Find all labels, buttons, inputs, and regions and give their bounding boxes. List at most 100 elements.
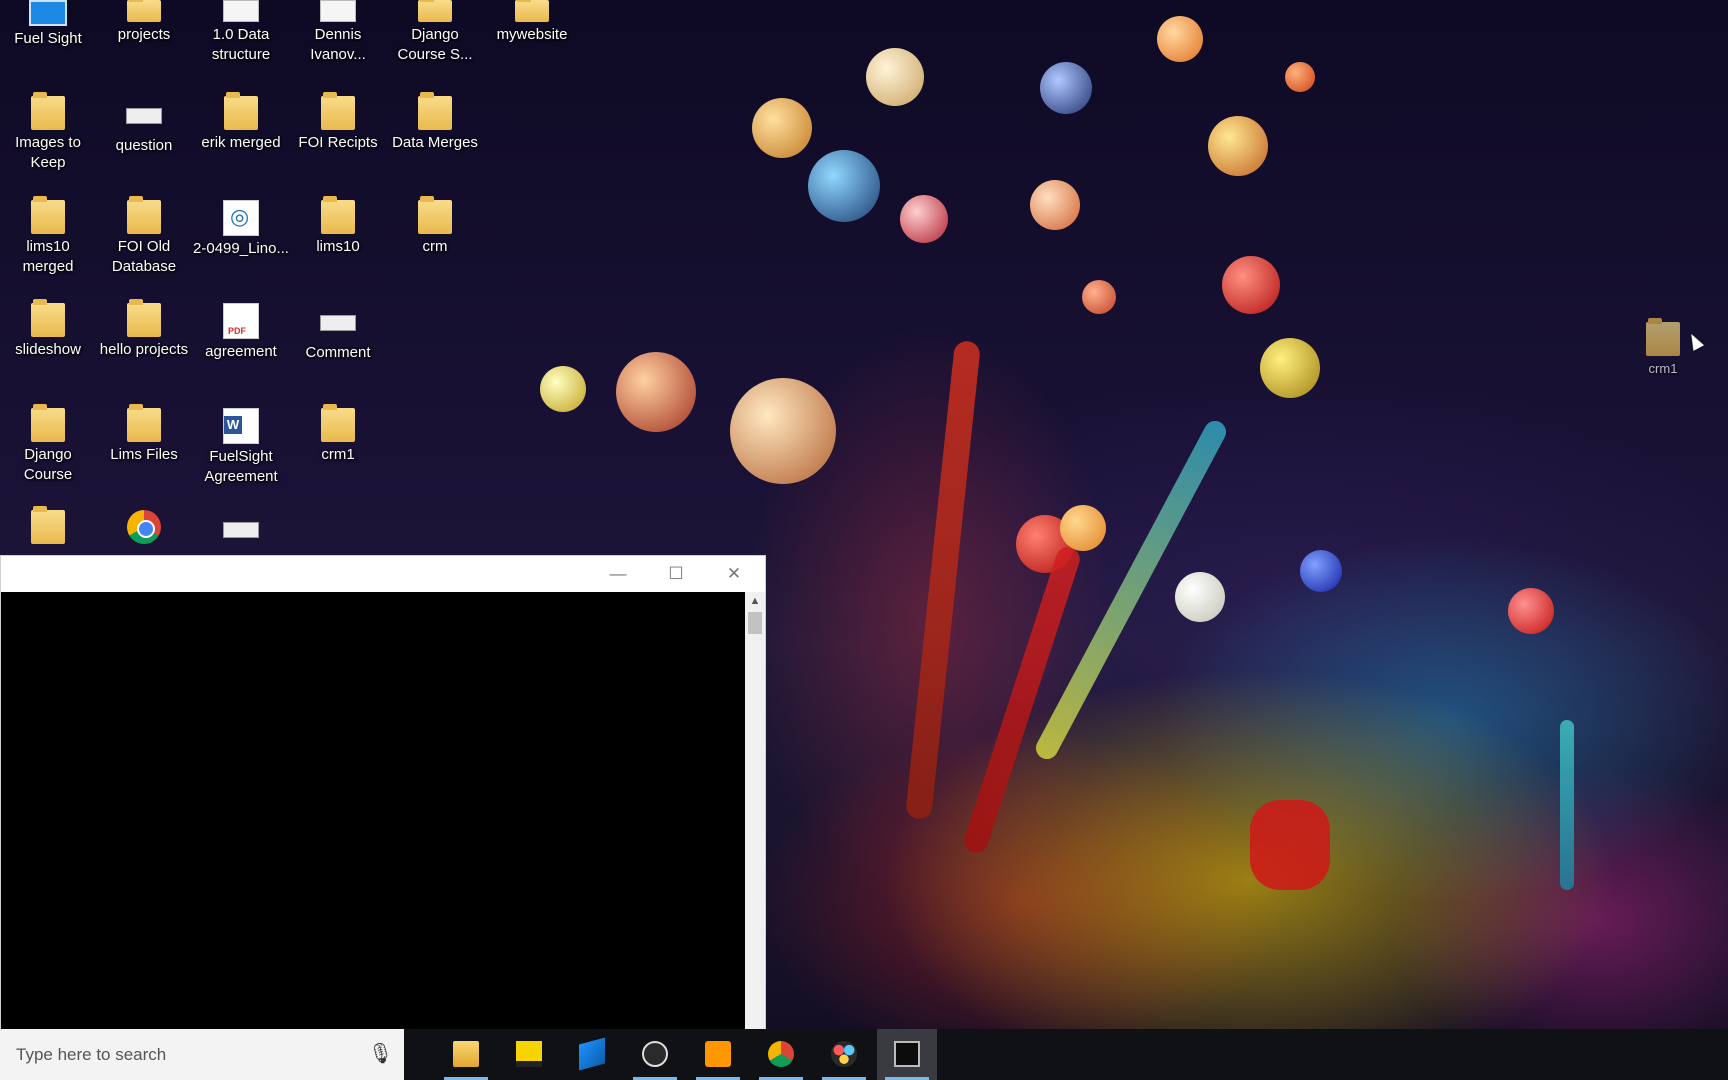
desktop-icon-label: FOI Old Database	[111, 238, 177, 275]
desktop-icon-label: crm1	[1648, 361, 1678, 376]
taskbar-search-box[interactable]: Type here to search 🎙	[0, 1029, 404, 1080]
card-icon	[126, 108, 162, 124]
desktop-icon-fuel-sight[interactable]: Fuel Sight	[0, 0, 96, 49]
wallpaper-droplet	[1157, 16, 1203, 62]
close-button[interactable]: ✕	[705, 556, 763, 592]
folder-icon	[127, 0, 161, 22]
desktop-icon-label: question	[115, 137, 173, 154]
desktop-icon-label: erik merged	[201, 134, 281, 151]
target-file-icon	[223, 200, 259, 236]
desktop-icon-label: Comment	[305, 344, 371, 361]
pdf-icon	[223, 303, 259, 339]
desktop-icon-partial-card[interactable]	[193, 510, 289, 541]
folder-icon	[418, 0, 452, 22]
desktop-icon-django-course[interactable]: Django Course	[0, 404, 96, 485]
scrollbar-thumb[interactable]	[748, 612, 762, 634]
wallpaper-droplet	[866, 48, 924, 106]
desktop-icon-label: Django Course S...	[397, 26, 473, 63]
card-icon	[320, 315, 356, 331]
desktop-icon-partial-folder[interactable]	[0, 506, 96, 547]
taskbar-sticky-notes[interactable]	[499, 1029, 559, 1080]
davinci-resolve-icon	[831, 1041, 857, 1067]
taskbar-obs-studio[interactable]	[625, 1029, 685, 1080]
taskbar-command-prompt[interactable]	[877, 1029, 937, 1080]
desktop-icon-foi-old-database[interactable]: FOI Old Database	[96, 196, 192, 277]
taskbar-davinci-resolve[interactable]	[814, 1029, 874, 1080]
desktop-icon-label: projects	[117, 26, 171, 43]
desktop-icon-hello-projects[interactable]: hello projects	[96, 299, 192, 360]
desktop-icon-comment[interactable]: Comment	[290, 303, 386, 363]
desktop-icon-data-structure[interactable]: 1.0 Data structure	[193, 0, 289, 65]
taskbar-chrome[interactable]	[751, 1029, 811, 1080]
desktop-icon-dennis-ivanov[interactable]: Dennis Ivanov...	[290, 0, 386, 65]
wallpaper-droplet	[616, 352, 696, 432]
wallpaper-splash	[1250, 800, 1330, 890]
desktop-icon-crm[interactable]: crm	[387, 196, 483, 257]
wallpaper-droplet	[540, 366, 586, 412]
window-titlebar[interactable]: — ☐ ✕	[1, 556, 765, 592]
console-output-area[interactable]	[1, 592, 746, 1029]
file-explorer-icon	[453, 1041, 479, 1067]
desktop-icon-label: lims10	[316, 238, 360, 255]
desktop-icon-2-0499-lino[interactable]: 2-0499_Lino...	[193, 200, 289, 259]
command-prompt-icon	[894, 1041, 920, 1067]
desktop-icon-question[interactable]: question	[96, 96, 192, 156]
wallpaper-droplet	[1260, 338, 1320, 398]
taskbar-remote-desktop[interactable]	[562, 1029, 622, 1080]
folder-icon	[31, 404, 65, 442]
desktop-icon-label: lims10 merged	[22, 238, 74, 275]
folder-icon	[127, 404, 161, 442]
search-placeholder[interactable]: Type here to search	[16, 1045, 166, 1065]
folder-icon	[418, 196, 452, 234]
desktop-icon-label: Fuel Sight	[14, 30, 82, 47]
wallpaper-droplet	[752, 98, 812, 158]
desktop-icon-erik-merged[interactable]: erik merged	[193, 92, 289, 153]
folder-icon	[224, 92, 258, 130]
folder-icon	[31, 299, 65, 337]
taskbar-file-explorer[interactable]	[436, 1029, 496, 1080]
folder-icon	[515, 0, 549, 22]
desktop-icon-images-to-keep[interactable]: Images to Keep	[0, 92, 96, 173]
obs-studio-icon	[642, 1041, 668, 1067]
wallpaper-droplet	[730, 378, 836, 484]
desktop-icon-crm1[interactable]: crm1	[290, 404, 386, 465]
desktop-icon-foi-recipts[interactable]: FOI Recipts	[290, 92, 386, 153]
chrome-icon	[768, 1041, 794, 1067]
desktop-icon-label: 1.0 Data structure	[211, 26, 271, 63]
folder-icon	[127, 299, 161, 337]
desktop-icon-data-merges[interactable]: Data Merges	[387, 92, 483, 153]
taskbar-sublime-text[interactable]	[688, 1029, 748, 1080]
desktop-icon-agreement[interactable]: agreement	[193, 303, 289, 362]
folder-icon	[31, 196, 65, 234]
desktop-icon-label: 2-0499_Lino...	[193, 240, 289, 257]
card-icon	[223, 522, 259, 538]
desktop-icon-django-course-s[interactable]: Django Course S...	[387, 0, 483, 65]
wallpaper-splash	[904, 339, 982, 821]
scroll-up-arrow-icon[interactable]: ▲	[745, 592, 765, 610]
desktop-icon-projects[interactable]: projects	[96, 0, 192, 45]
desktop-icon-label: crm	[422, 238, 448, 255]
minimize-button[interactable]: —	[589, 556, 647, 592]
desktop-icon-slideshow[interactable]: slideshow	[0, 299, 96, 360]
wallpaper-droplet	[1175, 572, 1225, 622]
wallpaper-droplet	[1208, 116, 1268, 176]
remote-desktop-icon	[579, 1037, 605, 1071]
desktop-icon-lims10-merged[interactable]: lims10 merged	[0, 196, 96, 277]
desktop-icon-mywebsite[interactable]: mywebsite	[484, 0, 580, 45]
desktop-icon-lims10[interactable]: lims10	[290, 196, 386, 257]
word-doc-icon	[223, 408, 259, 444]
wallpaper-droplet	[1222, 256, 1280, 314]
vertical-scrollbar[interactable]: ▲	[745, 592, 765, 1029]
desktop-icon-lims-files[interactable]: Lims Files	[96, 404, 192, 465]
desktop-icon-fuelsight-agreement[interactable]: FuelSight Agreement	[193, 408, 289, 487]
desktop-icon-label: Images to Keep	[15, 134, 81, 171]
folder-icon	[31, 506, 65, 544]
console-window[interactable]: — ☐ ✕ ▲	[0, 555, 766, 1030]
microphone-icon[interactable]: 🎙	[368, 1041, 393, 1067]
maximize-button[interactable]: ☐	[647, 556, 705, 592]
sublime-text-icon	[705, 1041, 731, 1067]
desktop-icon-label: Data Merges	[392, 134, 478, 151]
desktop-icon-chrome[interactable]	[96, 510, 192, 547]
desktop-icon-label: Lims Files	[110, 446, 178, 463]
wallpaper-droplet	[900, 195, 948, 243]
